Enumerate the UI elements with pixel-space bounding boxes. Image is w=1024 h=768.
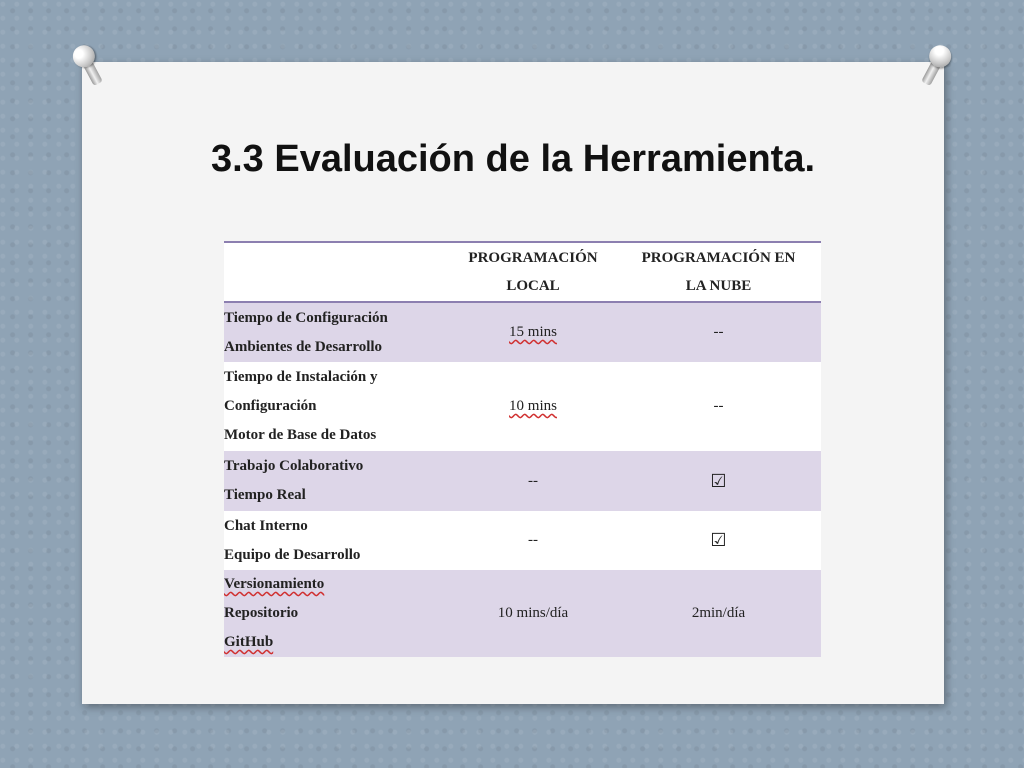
cell-local: 10 mins [450,362,616,451]
header-cloud-line1: PROGRAMACIÓN EN [641,250,796,266]
cell-local: -- [450,511,616,570]
row-label-line: Chat Interno [224,517,308,534]
table-row: Tiempo de Configuración Ambientes de Des… [224,302,821,362]
row-label: Tiempo de Instalación y Configuración Mo… [224,362,450,451]
cell-local-value: 15 mins [509,324,557,340]
row-label-line: Motor de Base de Datos [224,427,377,443]
table-row: Trabajo Colaborativo Tiempo Real -- ☑ [224,451,821,511]
row-label-line: GitHub [224,634,274,650]
cell-local-value: 10 mins [509,398,557,414]
row-label-line: Tiempo Real [224,487,306,503]
row-label-line: Ambientes de Desarrollo [224,338,383,355]
cell-local-value: 10 mins/día [497,605,569,621]
cell-local: 15 mins [450,302,616,362]
header-local-line1: PROGRAMACIÓN [468,250,598,266]
table-header-row: PROGRAMACIÓN LOCAL PROGRAMACIÓN EN LA NU… [224,241,821,303]
row-label-line: Tiempo de Configuración [224,309,388,326]
header-cloud-line2: LA NUBE [685,278,752,294]
header-empty-cell [224,241,450,303]
row-label-line: Trabajo Colaborativo [224,458,364,474]
row-label-line: Configuración [224,398,317,414]
table-row: Tiempo de Instalación y Configuración Mo… [224,362,821,451]
cell-local: 10 mins/día [450,570,616,657]
cell-cloud: ☑ [616,511,821,570]
row-label-line: Equipo de Desarrollo [224,546,361,563]
cell-cloud: -- [616,302,821,362]
cell-cloud: ☑ [616,451,821,511]
header-local-line2: LOCAL [506,278,560,294]
checkbox-checked-icon: ☑ [710,470,727,491]
header-local: PROGRAMACIÓN LOCAL [450,241,616,303]
cell-cloud: -- [616,362,821,451]
row-label-line: Versionamiento [224,576,325,592]
cell-local: -- [450,451,616,511]
table-row: Versionamiento Repositorio GitHub 10 min… [224,570,821,657]
row-label: Chat Interno Equipo de Desarrollo [224,511,450,570]
cell-cloud: 2min/día [616,570,821,657]
row-label: Trabajo Colaborativo Tiempo Real [224,451,450,511]
slide-title: 3.3 Evaluación de la Herramienta. [210,138,816,180]
checkbox-checked-icon: ☑ [710,530,727,550]
header-cloud: PROGRAMACIÓN EN LA NUBE [616,241,821,303]
evaluation-table: PROGRAMACIÓN LOCAL PROGRAMACIÓN EN LA NU… [224,241,821,657]
row-label-line: Repositorio [224,605,299,621]
row-label-line: Tiempo de Instalación y [224,369,378,385]
table-row: Chat Interno Equipo de Desarrollo -- ☑ [224,511,821,570]
row-label: Tiempo de Configuración Ambientes de Des… [224,302,450,362]
row-label: Versionamiento Repositorio GitHub [224,570,450,657]
